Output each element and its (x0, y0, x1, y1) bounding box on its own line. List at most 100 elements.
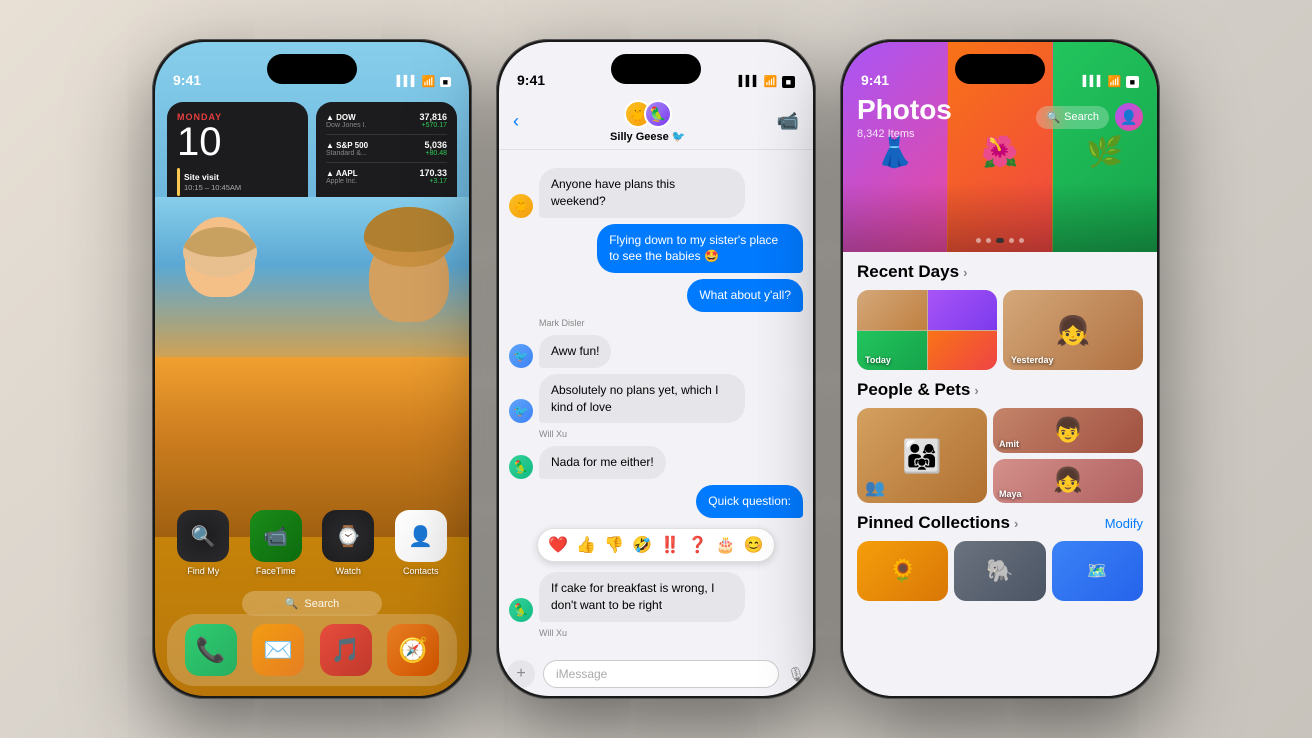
app-contacts[interactable]: 👤 Contacts (395, 510, 447, 576)
msg-1: 🐥 Anyone have plans this weekend? (509, 168, 803, 218)
app-watch[interactable]: ⌚ Watch (322, 510, 374, 576)
recent-days-grid: Today 👧 Yesterday (857, 290, 1143, 370)
tapback-thumbsdown[interactable]: 👎 (604, 535, 624, 555)
tapback-cake[interactable]: 🎂 (716, 535, 736, 555)
recent-days-section: Recent Days › Today (857, 262, 1143, 370)
cal-date: 10 (177, 122, 298, 162)
today-card[interactable]: Today (857, 290, 997, 370)
dynamic-island (267, 54, 357, 84)
contacts-label: Contacts (403, 566, 439, 576)
dot-2 (986, 238, 991, 243)
group-avatar-2: 🦜 (644, 100, 672, 128)
signal-icon-3: ▌▌▌ (1083, 76, 1104, 87)
people-card-amit[interactable]: 👦 Amit (993, 408, 1143, 453)
tapback-smile[interactable]: 😊 (744, 535, 764, 555)
group-info: 🐥 🦜 Silly Geese 🐦 (610, 100, 685, 143)
contacts-icon: 👤 (408, 524, 433, 549)
dock-phone[interactable]: 📞 (185, 624, 237, 676)
msg-bubble-3: What about y'all? (687, 279, 803, 312)
dock-music[interactable]: 🎵 (320, 624, 372, 676)
user-avatar[interactable]: 👤 (1115, 103, 1143, 131)
safari-icon: 🧭 (398, 636, 428, 665)
people-pets-title: People & Pets › (857, 380, 1143, 400)
tapback-haha[interactable]: 🤣 (632, 535, 652, 555)
msg-6: 🦜 Nada for me either! (509, 446, 803, 479)
tapback-question[interactable]: ❓ (688, 535, 708, 555)
wifi-icon: 📶 (422, 75, 436, 88)
sender-will-1: Will Xu (539, 429, 803, 439)
yesterday-card[interactable]: 👧 Yesterday (1003, 290, 1143, 370)
messages-header: ‹ 🐥 🦜 Silly Geese 🐦 📹 (499, 94, 813, 150)
battery-icon-2: ■ (782, 76, 795, 88)
modify-button[interactable]: Modify (1105, 516, 1143, 531)
msg-bubble-5: Absolutely no plans yet, which I kind of… (539, 374, 745, 424)
cal-event-1: Site visit 10:15 – 10:45AM (177, 168, 298, 196)
msg-5: 🐦 Absolutely no plans yet, which I kind … (509, 374, 803, 424)
people-col: 👦 Amit 👧 Maya (993, 408, 1143, 503)
video-call-button[interactable]: 📹 (777, 111, 799, 132)
photos-search-button[interactable]: 🔍 Search (1036, 106, 1109, 129)
search-icon: 🔍 (1046, 111, 1060, 124)
amit-label: Amit (999, 439, 1019, 449)
stock-item-aapl: ▲ AAPL Apple Inc. 170.33 +3.17 (326, 168, 447, 190)
app-facetime[interactable]: 📹 FaceTime (250, 510, 302, 576)
facetime-label: FaceTime (256, 566, 296, 576)
watch-icon: ⌚ (336, 524, 361, 549)
status-icons-2: ▌▌▌ 📶 ■ (739, 75, 795, 88)
messages-body[interactable]: 🐥 Anyone have plans this weekend? Flying… (499, 160, 813, 636)
msg-3: What about y'all? (509, 279, 803, 312)
message-input-bar: + iMessage 🎙 (507, 660, 805, 688)
today-label: Today (865, 355, 891, 365)
recent-days-title: Recent Days › (857, 262, 1143, 282)
status-icons-3: ▌▌▌ 📶 ■ (1083, 75, 1139, 88)
status-bar-photos: 9:41 ▌▌▌ 📶 ■ (843, 42, 1157, 94)
people-card-maya[interactable]: 👧 Maya (993, 459, 1143, 504)
apps-row: 🔍 Find My 📹 FaceTime ⌚ Watch 👤 (167, 510, 457, 576)
tapback-thumbsup[interactable]: 👍 (576, 535, 596, 555)
pinned-card-3[interactable]: 🗺️ (1052, 541, 1143, 601)
pinned-grid: 🌻 🐘 🗺️ (857, 541, 1143, 601)
msg-bubble-4: Aww fun! (539, 335, 611, 368)
home-bg-person (155, 197, 469, 537)
pinned-card-2[interactable]: 🐘 (954, 541, 1045, 601)
tapback-heart[interactable]: ❤️ (548, 535, 568, 555)
people-pets-grid: 👨‍👩‍👧 👥 👦 Amit 👧 Maya (857, 408, 1143, 503)
dock-mail[interactable]: ✉️ (252, 624, 304, 676)
search-pill[interactable]: 🔍 Search (242, 591, 382, 616)
phone-photos: 👗 🌺 🌿 9:41 ▌▌▌ 📶 ■ Photos 8,342 Items (840, 39, 1160, 699)
dot-3-active (996, 238, 1004, 243)
tapback-exclaim[interactable]: ‼️ (660, 535, 680, 555)
pinned-title: Pinned Collections › (857, 513, 1018, 533)
yesterday-label: Yesterday (1011, 355, 1054, 365)
dock-safari[interactable]: 🧭 (387, 624, 439, 676)
tapback-row[interactable]: ❤️ 👍 👎 🤣 ‼️ ❓ 🎂 😊 (537, 528, 774, 562)
msg-4: 🐦 Aww fun! (509, 335, 803, 368)
dot-1 (976, 238, 981, 243)
battery-icon: ■ (440, 77, 451, 87)
facetime-icon: 📹 (263, 524, 288, 549)
add-button[interactable]: + (507, 660, 535, 688)
signal-icon-2: ▌▌▌ (739, 76, 760, 87)
search-pill-label: Search (304, 598, 339, 610)
msg-bubble-1: Anyone have plans this weekend? (539, 168, 745, 218)
stock-item-sp500: ▲ S&P 500 Standard &... 5,036 +80.48 (326, 140, 447, 163)
msg-avatar-5: 🐦 (509, 399, 533, 423)
maya-label: Maya (999, 489, 1022, 499)
msg-avatar-1: 🐥 (509, 194, 533, 218)
msg-2: Flying down to my sister's place to see … (509, 224, 803, 274)
microphone-icon[interactable]: 🎙 (787, 666, 805, 683)
app-findmy[interactable]: 🔍 Find My (177, 510, 229, 576)
back-button[interactable]: ‹ (513, 111, 519, 132)
wifi-icon-2: 📶 (764, 75, 778, 88)
phone-messages: 9:41 ▌▌▌ 📶 ■ ‹ 🐥 🦜 Silly Geese 🐦 (496, 39, 816, 699)
pinned-card-1[interactable]: 🌻 (857, 541, 948, 601)
search-label: Search (1064, 111, 1099, 123)
collage-cell-1 (857, 290, 927, 330)
music-icon: 🎵 (331, 636, 361, 665)
message-input[interactable]: iMessage (543, 660, 779, 688)
people-card-group[interactable]: 👨‍👩‍👧 👥 (857, 408, 987, 503)
group-avatars: 🐥 🦜 (624, 100, 672, 128)
signal-icon: ▌▌▌ (397, 76, 418, 87)
photos-hero-overlay (843, 182, 1157, 262)
avatar-2-icon: 🦜 (649, 106, 666, 123)
